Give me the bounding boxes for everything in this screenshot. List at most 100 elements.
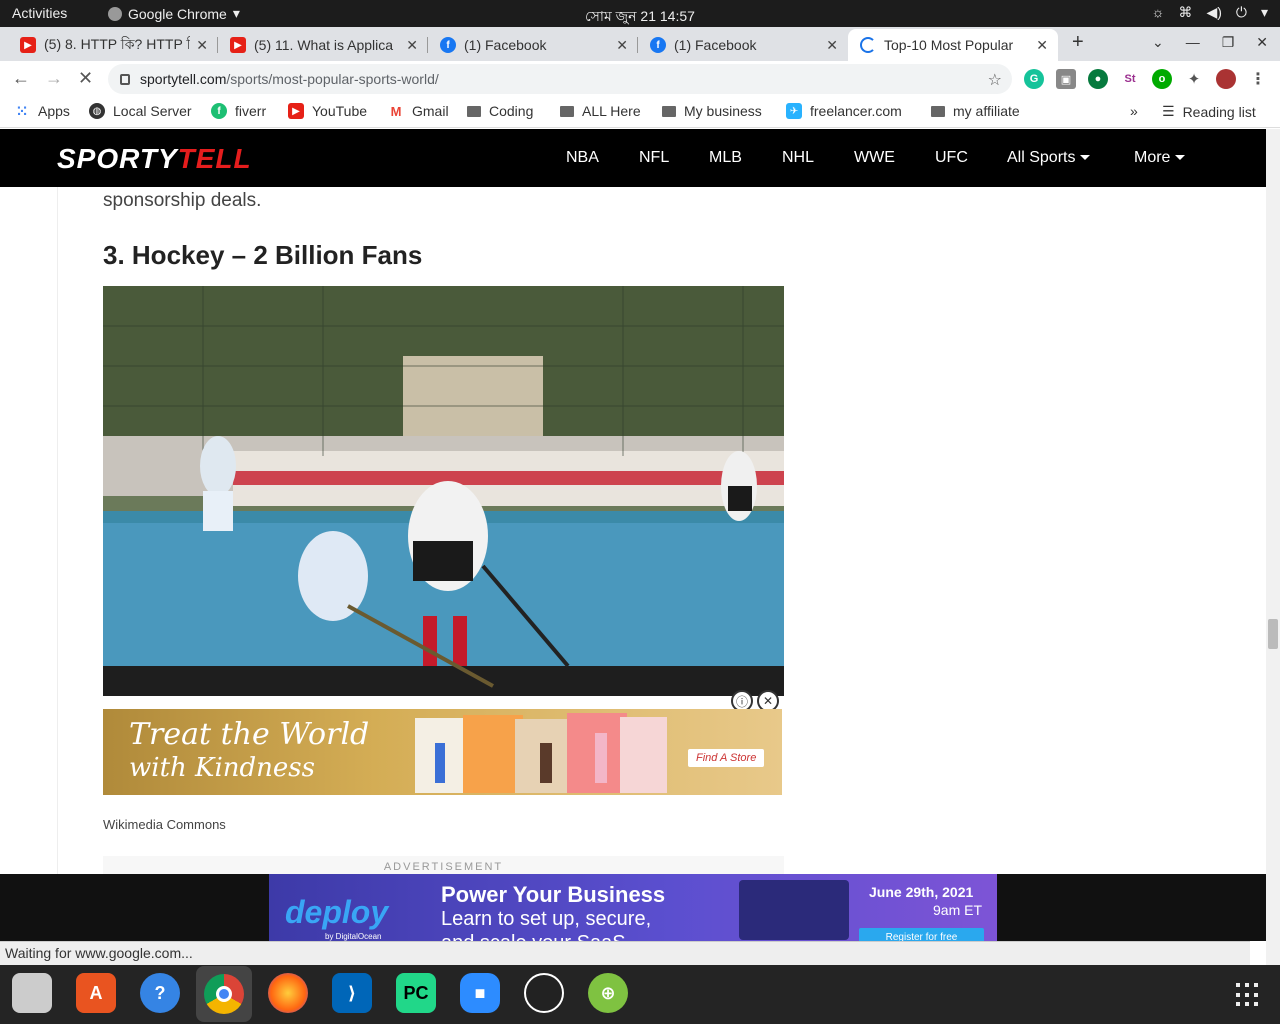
- chrome-dock-icon[interactable]: [196, 966, 252, 1022]
- ubuntu-dock: A ? ⟩ PC ■ ⊕: [0, 965, 1280, 1024]
- new-tab-button[interactable]: +: [1072, 31, 1084, 54]
- tab-title: (5) 8. HTTP কি? HTTP কি: [44, 36, 191, 52]
- tab-strip: ▶ (5) 8. HTTP কি? HTTP কি ✕ ▶ (5) 11. Wh…: [0, 27, 1280, 61]
- lock-icon[interactable]: [120, 73, 130, 85]
- network-icon: ⌘: [1178, 4, 1193, 20]
- bookmark-local-server[interactable]: ◍ Local Server: [89, 103, 192, 119]
- product-images: [415, 713, 667, 793]
- bookmark-all-here[interactable]: ALL Here: [560, 103, 641, 119]
- nav-nhl[interactable]: NHL: [782, 149, 814, 167]
- close-icon[interactable]: ✕: [1036, 37, 1048, 54]
- nav-label: More: [1134, 149, 1171, 166]
- activities-button[interactable]: Activities: [12, 5, 67, 21]
- close-icon[interactable]: ✕: [826, 37, 838, 54]
- more-bookmarks-button[interactable]: »: [1130, 103, 1138, 119]
- folder-icon: [662, 105, 676, 117]
- scrollbar-thumb[interactable]: [1268, 619, 1278, 649]
- tab-1[interactable]: ▶ (5) 8. HTTP কি? HTTP কি ✕: [8, 29, 218, 61]
- bookmark-youtube[interactable]: ▶ YouTube: [288, 103, 367, 119]
- folder-icon: [931, 105, 945, 117]
- digitalocean-ad[interactable]: deploy by DigitalOcean Power Your Busine…: [269, 874, 997, 941]
- stop-button[interactable]: ✕: [78, 68, 93, 89]
- youtube-icon: ▶: [20, 37, 36, 53]
- close-window-button[interactable]: ✕: [1256, 34, 1268, 51]
- bookmark-apps[interactable]: ⁙ Apps: [14, 103, 70, 120]
- chevron-down-icon: ▾: [1260, 4, 1268, 20]
- nav-more[interactable]: More: [1134, 149, 1186, 167]
- camera-icon[interactable]: ▣: [1056, 69, 1076, 89]
- nav-all-sports[interactable]: All Sports: [1007, 149, 1091, 167]
- bookmark-label: Gmail: [412, 103, 449, 119]
- nav-mlb[interactable]: MLB: [709, 149, 742, 167]
- page-scrollbar[interactable]: [1266, 129, 1280, 965]
- tab-active[interactable]: Top-10 Most Popular ✕: [848, 29, 1058, 61]
- nav-nba[interactable]: NBA: [566, 149, 599, 167]
- software-center-icon[interactable]: A: [76, 973, 116, 1013]
- find-store-button[interactable]: Find A Store: [688, 749, 765, 767]
- overlay-ad[interactable]: Treat the World with Kindness Find A Sto…: [103, 709, 782, 795]
- bookmark-my-business[interactable]: My business: [662, 103, 762, 119]
- green-extension-icon[interactable]: o: [1152, 69, 1172, 89]
- restore-button[interactable]: ❐: [1222, 34, 1235, 51]
- hockey-photo: [103, 286, 784, 696]
- obs-icon[interactable]: [524, 973, 564, 1013]
- system-tray[interactable]: ☼ ⌘ ◀) ⏻ ▾: [1152, 4, 1268, 21]
- tab-2[interactable]: ▶ (5) 11. What is Applica ✕: [218, 29, 428, 61]
- reading-list-button[interactable]: ☰ Reading list: [1162, 103, 1256, 120]
- address-bar[interactable]: sportytell.com/sports/most-popular-sport…: [108, 64, 1012, 94]
- files-icon[interactable]: [12, 973, 52, 1013]
- app-menu[interactable]: Google Chrome ▾: [108, 5, 240, 22]
- help-icon[interactable]: ?: [140, 973, 180, 1013]
- puzzle-icon[interactable]: ✦: [1184, 69, 1204, 89]
- paragraph-text: sponsorship deals.: [103, 190, 262, 211]
- bookmark-my-affiliate[interactable]: my affiliate: [931, 103, 1020, 119]
- bookmark-label: Coding: [489, 103, 534, 119]
- fiverr-icon: f: [211, 103, 227, 119]
- menu-icon[interactable]: ⋮: [1248, 69, 1268, 89]
- nav-ufc[interactable]: UFC: [935, 149, 968, 167]
- tab-title: (1) Facebook: [464, 37, 547, 53]
- close-icon[interactable]: ✕: [406, 37, 418, 54]
- clock[interactable]: সোম জুন 21 14:57: [585, 5, 695, 29]
- bookmark-fiverr[interactable]: f fiverr: [211, 103, 266, 119]
- article-body: sponsorship deals. 3. Hockey – 2 Billion…: [57, 187, 1266, 941]
- url-domain: sportytell.com: [140, 71, 227, 87]
- forward-button[interactable]: →: [45, 68, 63, 89]
- laptop-graphic: [739, 880, 849, 940]
- folder-icon: [560, 105, 574, 117]
- power-icon: ⏻: [1235, 4, 1247, 20]
- grammarly-icon[interactable]: G: [1024, 69, 1044, 89]
- close-icon[interactable]: ✕: [196, 37, 208, 54]
- bookmark-gmail[interactable]: M Gmail: [388, 103, 449, 119]
- tab-search-icon[interactable]: ⌄: [1152, 34, 1164, 51]
- nav-wwe[interactable]: WWE: [854, 149, 895, 167]
- nav-nfl[interactable]: NFL: [639, 149, 669, 167]
- site-logo[interactable]: SPORTYTELL: [57, 143, 252, 175]
- bookmark-label: my affiliate: [953, 103, 1020, 119]
- facebook-icon: f: [440, 37, 456, 53]
- pycharm-icon[interactable]: PC: [396, 973, 436, 1013]
- web-page: SPORTYTELL NBA NFL MLB NHL WWE UFC All S…: [0, 129, 1266, 941]
- show-applications-icon[interactable]: [1236, 983, 1260, 1007]
- tab-title: (1) Facebook: [674, 37, 757, 53]
- avatar[interactable]: [1216, 69, 1236, 89]
- vscode-icon[interactable]: ⟩: [332, 973, 372, 1013]
- tab-3[interactable]: f (1) Facebook ✕: [428, 29, 638, 61]
- st-extension-icon[interactable]: St: [1120, 69, 1140, 89]
- tab-4[interactable]: f (1) Facebook ✕: [638, 29, 848, 61]
- firefox-icon[interactable]: [268, 973, 308, 1013]
- register-button[interactable]: Register for free: [859, 928, 984, 941]
- zoom-icon[interactable]: ■: [460, 973, 500, 1013]
- logo-part-1: SPORTY: [57, 143, 178, 174]
- close-icon[interactable]: ✕: [616, 37, 628, 54]
- bookmark-star-icon[interactable]: ☆: [988, 70, 1002, 90]
- deploy-logo: deploy: [285, 894, 389, 930]
- bookmark-freelancer[interactable]: ✈ freelancer.com: [786, 103, 902, 119]
- android-studio-icon[interactable]: ⊕: [588, 973, 628, 1013]
- minimize-button[interactable]: —: [1186, 34, 1200, 51]
- back-button[interactable]: ←: [12, 68, 30, 89]
- site-header: SPORTYTELL NBA NFL MLB NHL WWE UFC All S…: [0, 129, 1266, 187]
- bangla-flag-icon[interactable]: ●: [1088, 69, 1108, 89]
- bookmark-label: Local Server: [113, 103, 192, 119]
- bookmark-coding[interactable]: Coding: [467, 103, 533, 119]
